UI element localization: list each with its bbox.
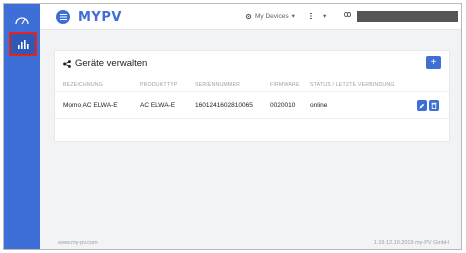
chevron-down-icon: ▾	[323, 13, 327, 20]
cell-status: online	[310, 102, 328, 109]
my-devices-label: My Devices	[255, 12, 289, 20]
brand-logo: MYPV	[78, 10, 122, 25]
footer-website[interactable]: www.my-pv.com	[58, 240, 98, 246]
link-icon	[344, 12, 351, 17]
chevron-down-icon: ▾	[291, 13, 295, 20]
delete-button[interactable]	[429, 100, 439, 111]
footer-version: 1.19.12.10.2019 my-PV GmbH	[373, 240, 449, 246]
cell-product: AC ELWA-E	[140, 102, 176, 109]
hamburger-icon	[59, 14, 67, 20]
column-header-name: BEZEICHNUNG	[63, 82, 103, 88]
sidebar-item-charts[interactable]	[9, 32, 37, 56]
share-icon	[63, 59, 71, 68]
edit-button[interactable]	[417, 100, 427, 111]
table-row[interactable]: Momo AC ELWA-E AC ELWA-E 160124160281006…	[55, 91, 449, 119]
language-menu[interactable]: ▾	[310, 12, 326, 20]
add-device-button[interactable]: +	[426, 56, 441, 69]
bar-chart-icon	[18, 40, 29, 49]
cell-firmware: 0020010	[270, 102, 296, 109]
sidebar	[4, 4, 40, 249]
browser-frame: MYPV My Devices ▾ ▾ Geräte verwalten + B…	[3, 3, 462, 250]
column-header-serial: SERIENNUMMER	[195, 82, 241, 88]
gear-icon	[245, 13, 252, 19]
list-icon	[310, 13, 312, 19]
cell-serial: 1601241602810065	[195, 102, 253, 109]
pencil-icon	[419, 103, 425, 108]
cell-name: Momo AC ELWA-E	[63, 102, 118, 109]
column-header-status: STATUS / LETZTE VERBINDUNG	[310, 82, 395, 88]
dashboard-icon	[15, 17, 29, 25]
trash-icon	[431, 102, 437, 109]
card-header: Geräte verwalten	[63, 58, 147, 69]
user-menu[interactable]	[344, 12, 351, 17]
column-header-product: PRODUKTTYP	[140, 82, 178, 88]
card-title: Geräte verwalten	[75, 58, 148, 69]
menu-button[interactable]	[56, 10, 70, 24]
user-name-redacted	[357, 11, 458, 22]
column-header-firmware: FIRMWARE	[270, 82, 300, 88]
my-devices-menu[interactable]: My Devices ▾	[245, 12, 295, 20]
devices-card: Geräte verwalten + BEZEICHNUNG PRODUKTTY…	[54, 50, 450, 142]
top-bar: MYPV My Devices ▾ ▾	[40, 4, 461, 30]
main-area: MYPV My Devices ▾ ▾ Geräte verwalten + B…	[40, 4, 461, 249]
sidebar-item-dashboard[interactable]	[4, 8, 40, 32]
